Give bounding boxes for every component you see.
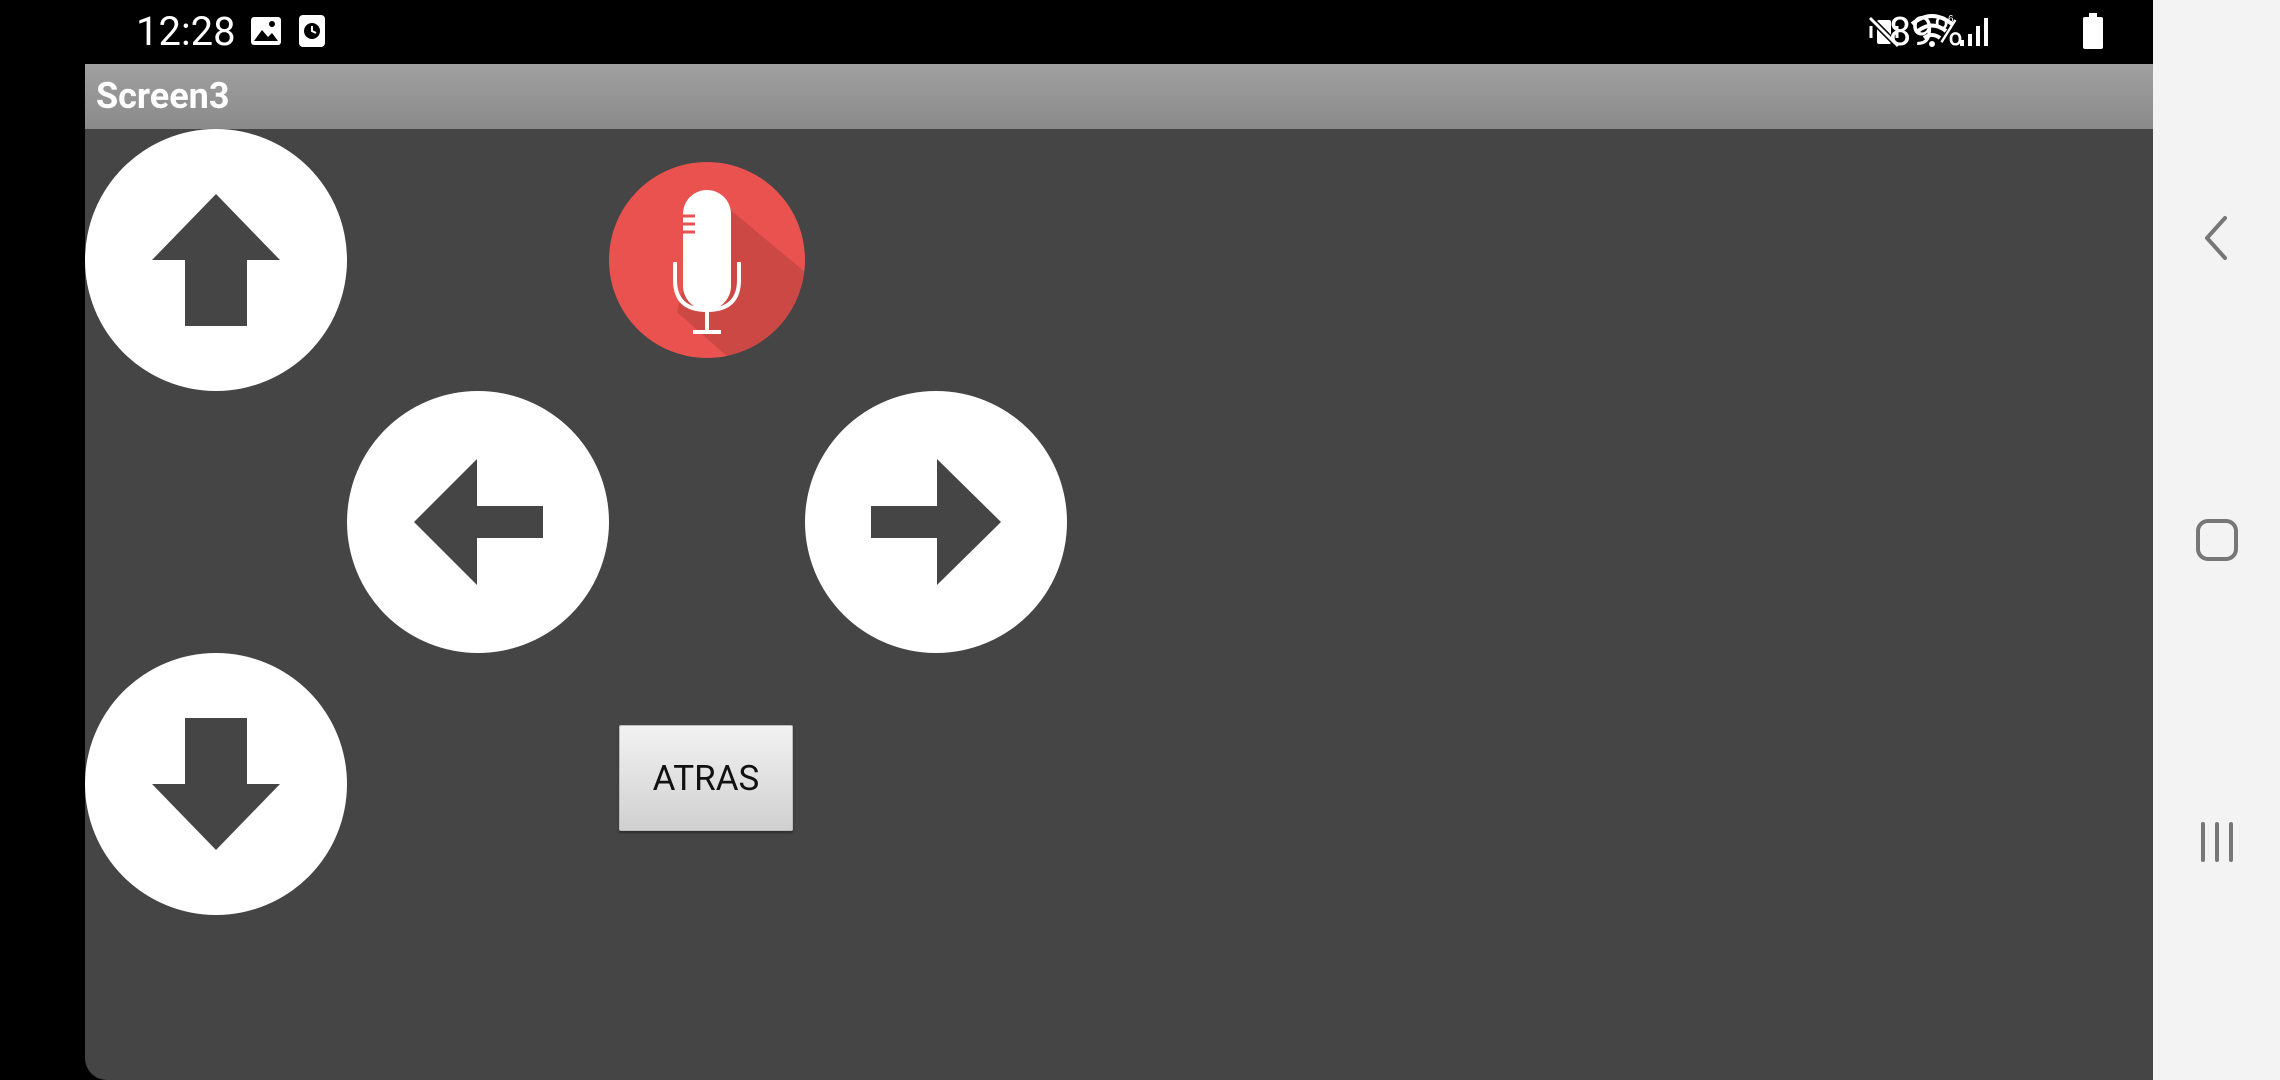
microphone-icon (673, 190, 805, 358)
atras-button[interactable]: ATRAS (619, 725, 793, 831)
clock-icon (298, 14, 326, 48)
right-button[interactable] (805, 391, 1067, 653)
image-icon (250, 16, 282, 46)
arrow-down-icon (152, 718, 280, 850)
up-button[interactable] (85, 129, 347, 391)
page-title: Screen3 (96, 75, 230, 117)
battery-percent: 89% (1888, 8, 1963, 55)
recent-apps-icon (2201, 822, 2233, 862)
status-bar: 12:28 6 89% (0, 0, 2153, 64)
left-button[interactable] (347, 391, 609, 653)
device-screen: 12:28 6 89% Screen3 ATRAS (0, 0, 2280, 1080)
microphone-button[interactable] (609, 162, 805, 358)
home-icon (2196, 519, 2238, 561)
navigation-bar (2153, 0, 2280, 1080)
recent-apps-button[interactable] (2185, 810, 2249, 874)
arrow-right-icon (871, 459, 1001, 585)
status-time: 12:28 (136, 8, 236, 55)
title-bar: Screen3 (85, 64, 2153, 129)
app-content: Screen3 ATRAS (85, 64, 2153, 1080)
arrow-left-icon (414, 459, 543, 585)
arrow-up-icon (152, 194, 280, 326)
back-button[interactable] (2185, 206, 2249, 270)
down-button[interactable] (85, 653, 347, 915)
home-button[interactable] (2185, 508, 2249, 572)
back-icon (2205, 216, 2227, 260)
battery-icon (2082, 12, 2104, 50)
